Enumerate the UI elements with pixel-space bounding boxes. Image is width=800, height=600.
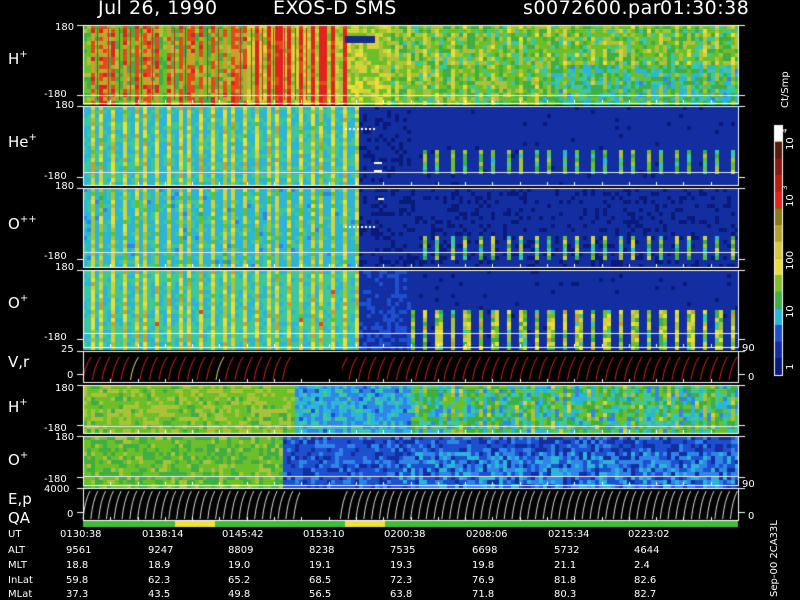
- tick-p8-top: 4000: [44, 484, 70, 495]
- table-cell: 5732: [554, 545, 580, 556]
- table-cell: 68.5: [309, 575, 332, 586]
- panel-label-h-plus: H+: [8, 49, 28, 68]
- table-cell: 65.2: [228, 575, 251, 586]
- table-cell: 43.5: [148, 589, 171, 600]
- table-cell: 80.3: [554, 589, 577, 600]
- tick-p8-zero: 0: [67, 509, 74, 520]
- table-cell: 9561: [66, 545, 92, 556]
- version-stamp: Sep-00 2CA33L: [769, 520, 780, 597]
- table-cell: 19.0: [228, 560, 251, 571]
- panel-label-h-plus-lower: H+: [8, 397, 28, 416]
- colorbar-unit: Ct/Smp: [780, 71, 791, 108]
- row-label-ut: UT: [8, 529, 22, 540]
- table-cell: 21.1: [554, 560, 577, 571]
- row-label-mlat: MLat: [8, 589, 33, 600]
- table-cell: 2.4: [634, 560, 650, 571]
- table-cell: 19.3: [390, 560, 413, 571]
- tick-p2-top: 180: [55, 100, 75, 111]
- header-file: s0072600.par: [523, 0, 662, 19]
- table-cell: 0200:38: [384, 529, 426, 540]
- tick-p4-top: 180: [55, 262, 75, 273]
- tick-p5-right-bottom: 0: [748, 372, 755, 383]
- table-cell: 72.3: [390, 575, 413, 586]
- tick-p4-bottom: -180: [44, 332, 67, 343]
- tick-p1-top: 180: [55, 22, 75, 33]
- header-date: Jul 26, 1990: [98, 0, 218, 19]
- table-cell: 0215:34: [548, 529, 590, 540]
- tick-p5-right-top: 90: [742, 343, 755, 354]
- table-cell: 63.8: [390, 589, 413, 600]
- table-cell: 4644: [634, 545, 660, 556]
- table-cell: 18.9: [148, 560, 171, 571]
- tick-p6-top: 180: [55, 383, 75, 394]
- table-cell: 81.8: [554, 575, 577, 586]
- panel-label-o-plus: O+: [8, 293, 29, 312]
- row-label-inlat: InLat: [8, 575, 33, 586]
- tick-p5-zero: 0: [67, 370, 74, 381]
- table-cell: 8809: [228, 545, 254, 556]
- colorbar-label-10: 10: [785, 305, 796, 318]
- row-label-alt: ALT: [8, 545, 26, 556]
- colorbar-label-10000-exp: 4: [781, 128, 789, 133]
- colorbar-label-10000-base: 10: [785, 137, 796, 150]
- spectrogram-canvas: [0, 0, 800, 600]
- colorbar-label-1: 1: [785, 363, 796, 370]
- panel-label-he-plus: He+: [8, 132, 37, 151]
- table-cell: 9247: [148, 545, 174, 556]
- header-time: 01:30:38: [660, 0, 750, 19]
- panel-label-ep: E,p: [8, 490, 32, 508]
- tick-p3-top: 180: [55, 181, 75, 192]
- table-cell: 82.6: [634, 575, 657, 586]
- table-cell: 49.8: [228, 589, 251, 600]
- table-cell: 62.3: [148, 575, 171, 586]
- table-cell: 71.8: [472, 589, 495, 600]
- panel-label-o-plus-lower: O+: [8, 450, 29, 469]
- row-label-mlt: MLT: [8, 560, 27, 571]
- colorbar-label-1000-base: 10: [785, 194, 796, 207]
- tick-p1-bottom: -180: [44, 89, 67, 100]
- tick-p7-top: 180: [55, 432, 75, 443]
- tick-p3-bottom: -180: [44, 251, 67, 262]
- table-cell: 0138:14: [142, 529, 184, 540]
- table-cell: 82.7: [634, 589, 657, 600]
- table-cell: 0145:42: [222, 529, 264, 540]
- table-cell: 6698: [472, 545, 498, 556]
- table-cell: 8238: [309, 545, 335, 556]
- table-cell: 37.3: [66, 589, 89, 600]
- panel-label-qa: QA: [8, 509, 31, 527]
- table-cell: 59.8: [66, 575, 89, 586]
- table-cell: 56.5: [309, 589, 332, 600]
- table-cell: 76.9: [472, 575, 495, 586]
- colorbar-label-1000-exp: 3: [781, 185, 789, 190]
- tick-p8-right-top: 90: [742, 479, 755, 490]
- tick-p8-right-bottom: 0: [748, 511, 755, 522]
- table-cell: 7535: [390, 545, 416, 556]
- panel-label-vr: V,r: [8, 353, 30, 371]
- table-cell: 0130:38: [60, 529, 102, 540]
- table-cell: 18.8: [66, 560, 89, 571]
- table-cell: 19.8: [472, 560, 495, 571]
- table-cell: 0208:06: [466, 529, 508, 540]
- table-cell: 19.1: [309, 560, 332, 571]
- colorbar-label-100: 100: [785, 250, 796, 270]
- panel-label-o-plusplus: O++: [8, 214, 37, 233]
- tick-p5-top: 25: [61, 344, 74, 355]
- table-cell: 0223:02: [628, 529, 670, 540]
- header-instrument: EXOS-D SMS: [273, 0, 397, 19]
- table-cell: 0153:10: [303, 529, 345, 540]
